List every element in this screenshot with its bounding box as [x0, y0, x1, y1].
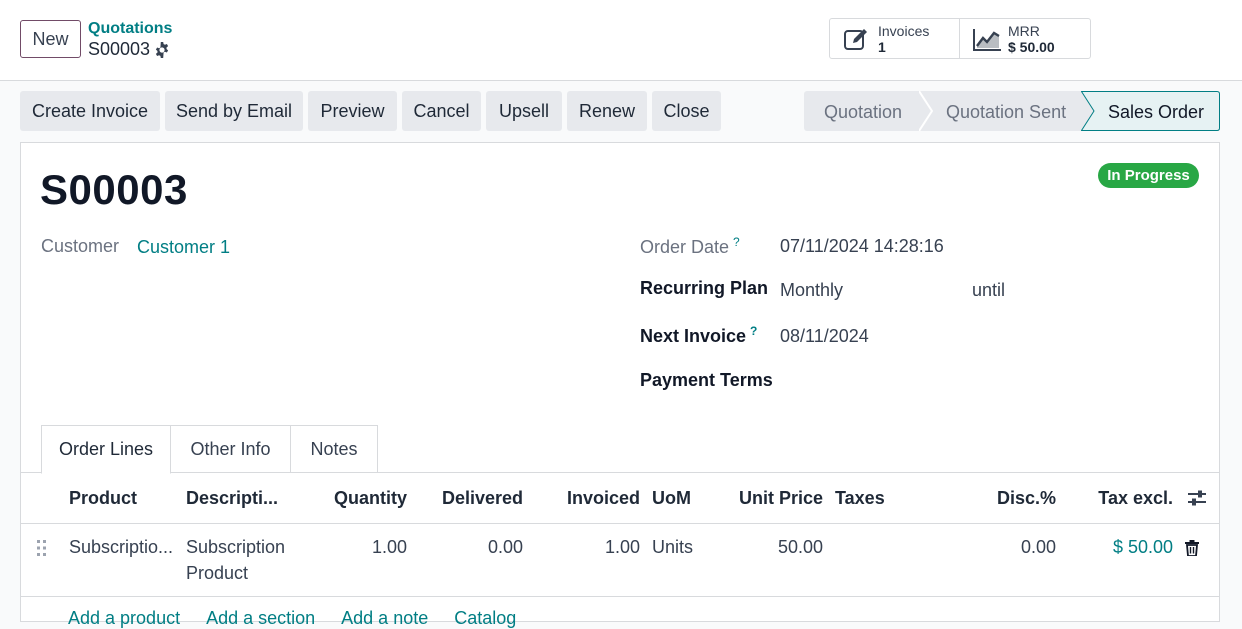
cancel-button[interactable]: Cancel [402, 91, 481, 131]
upsell-button[interactable]: Upsell [486, 91, 562, 131]
until-label: until [972, 280, 1006, 300]
stage-quotation-sent[interactable]: Quotation Sent [919, 91, 1094, 131]
line-product-cell[interactable]: Subscriptio... [69, 537, 173, 558]
column-header-description[interactable]: Descripti... [186, 488, 278, 509]
stage-sales-order-label: Sales Order [1108, 102, 1205, 122]
breadcrumb-quotations-link[interactable]: Quotations [88, 20, 172, 38]
order-lines-footer: Add a product Add a section Add a note Cata… [68, 608, 542, 629]
line-description-cell[interactable]: Subscription Product [186, 534, 285, 586]
add-product-link[interactable]: Add a product [68, 608, 180, 628]
customer-label: Customer [41, 236, 120, 256]
column-header-quantity[interactable]: Quantity [307, 488, 407, 509]
mrr-value: $ 50.00 [1008, 38, 1055, 55]
column-header-tax-excl[interactable]: Tax excl. [1073, 488, 1173, 509]
drag-handle-icon[interactable] [36, 539, 48, 557]
stage-quotation-sent-label: Quotation Sent [946, 102, 1067, 122]
preview-button[interactable]: Preview [308, 91, 397, 131]
tab-other-info[interactable]: Other Info [170, 425, 291, 473]
table-header-divider [21, 523, 1219, 524]
invoices-smart-button[interactable]: Invoices 1 [829, 18, 960, 59]
line-discount-cell[interactable]: 0.00 [976, 537, 1056, 558]
line-invoiced-cell: 1.00 [604, 537, 640, 557]
column-header-discount[interactable]: Disc.% [976, 488, 1056, 509]
new-button[interactable]: New [20, 20, 81, 58]
create-invoice-button[interactable]: Create Invoice [20, 91, 160, 131]
customer-field[interactable]: Customer 1 [137, 237, 230, 258]
catalog-link[interactable]: Catalog [454, 608, 516, 628]
recurring-plan-field[interactable]: Monthly [780, 280, 843, 301]
line-unit-price-cell[interactable]: 50.00 [713, 537, 823, 558]
status-bar: Quotation Quotation Sent Sales Order [804, 91, 1220, 131]
order-date-field[interactable]: 07/11/2024 14:28:16 [780, 236, 944, 257]
column-header-uom[interactable]: UoM [652, 488, 691, 509]
stage-sales-order[interactable]: Sales Order [1081, 91, 1220, 131]
line-description-line-2: Product [186, 563, 249, 583]
next-invoice-field[interactable]: 08/11/2024 [780, 326, 869, 347]
optional-columns-icon[interactable] [1187, 489, 1207, 507]
send-by-email-button[interactable]: Send by Email [165, 91, 303, 131]
area-chart-icon [973, 28, 1001, 51]
recurring-plan-label: Recurring Plan [640, 278, 769, 298]
record-title: S00003 [40, 166, 188, 213]
line-delivered-cell[interactable]: 0.00 [423, 537, 523, 558]
payment-terms-label: Payment Terms [640, 370, 773, 390]
trash-icon[interactable] [1185, 540, 1199, 556]
add-section-link[interactable]: Add a section [206, 608, 315, 628]
line-description-line-1: Subscription [186, 537, 286, 557]
column-header-unit-price[interactable]: Unit Price [713, 488, 823, 509]
renew-button[interactable]: Renew [567, 91, 647, 131]
gear-icon[interactable] [154, 42, 170, 58]
stage-separator [919, 91, 933, 131]
invoices-count: 1 [878, 38, 886, 55]
next-invoice-label-text: Next Invoice [640, 326, 747, 346]
table-row-divider [21, 596, 1219, 597]
order-date-label: Order Date? [640, 235, 740, 258]
tab-order-lines[interactable]: Order Lines [41, 425, 171, 474]
close-button[interactable]: Close [652, 91, 721, 131]
next-invoice-help-icon[interactable]: ? [750, 324, 757, 338]
column-header-product[interactable]: Product [69, 488, 137, 509]
column-header-delivered[interactable]: Delivered [423, 488, 523, 509]
order-date-help-icon[interactable]: ? [733, 235, 740, 249]
order-date-label-text: Order Date [640, 237, 730, 257]
pencil-square-icon [844, 28, 867, 50]
tab-notes[interactable]: Notes [290, 425, 378, 473]
add-note-link[interactable]: Add a note [341, 608, 428, 628]
invoices-label: Invoices [878, 22, 930, 39]
mrr-label: MRR [1008, 22, 1040, 39]
breadcrumb-current: S00003 [88, 39, 151, 59]
line-uom-cell[interactable]: Units [652, 537, 693, 558]
line-subtotal-cell: $ 50.00 [1112, 537, 1173, 557]
column-header-taxes[interactable]: Taxes [835, 488, 885, 509]
mrr-smart-button[interactable]: MRR $ 50.00 [959, 18, 1091, 59]
status-ribbon: In Progress [1098, 163, 1199, 188]
next-invoice-label: Next Invoice? [640, 324, 757, 347]
stage-quotation[interactable]: Quotation [804, 91, 932, 131]
stage-quotation-label: Quotation [824, 102, 903, 122]
line-quantity-cell[interactable]: 1.00 [307, 537, 407, 558]
column-header-invoiced[interactable]: Invoiced [540, 488, 640, 509]
